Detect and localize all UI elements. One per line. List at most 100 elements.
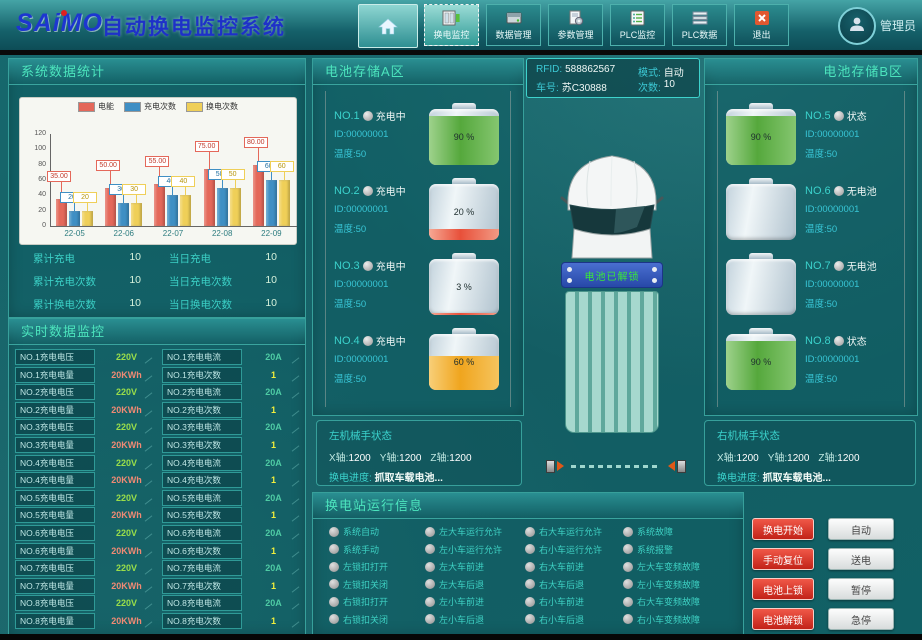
control-button-red[interactable]: 手动复位 [752,548,814,570]
indicator-label: 右大车运行允许 [539,525,602,538]
indicator-label: 左锁扣关闭 [343,578,388,591]
station-indicator: 左大车前进 [425,560,525,573]
battery-header: NO.3充电中 [334,258,420,273]
legend-label: 充电次数 [144,102,176,111]
realtime-value: 20KWh [99,405,154,415]
station-indicator: 右大车运行允许 [525,525,623,538]
realtime-row: NO.7充电次数1 [162,578,301,594]
realtime-value: 20KWh [99,510,154,520]
realtime-label: NO.3充电电量 [15,437,95,453]
brand-logo: SAiMO [16,9,103,38]
nav-tab-5[interactable]: PLC数据 [672,4,727,46]
station-indicator: 右大车变频故障 [623,595,737,608]
bar-value-label: 35.00 [47,171,71,182]
chart-canvas: 02040608010012022-0535.00202022-0650.003… [20,114,296,244]
realtime-label: NO.3充电电流 [162,419,242,435]
plc-data-icon [691,10,709,26]
realtime-value: 20KWh [99,440,154,450]
bar-label-whisker [235,179,236,188]
bar-label-whisker [284,171,285,180]
indicator-dot-icon [425,614,435,624]
monitor-icon [442,10,461,26]
control-button-white[interactable]: 送电 [828,548,894,570]
battery-graphic: 3 % [429,253,499,315]
arm-axis-name: Y轴: [768,453,787,464]
control-button-red[interactable]: 电池解锁 [752,608,814,630]
battery-info: NO.1充电中ID:00000001温度:50 [334,108,420,160]
indicator-label: 左大车运行允许 [439,525,502,538]
battery-graphic: 20 % [429,178,499,240]
battery-temp-label: 温度:50 [805,296,891,310]
bar-label-whisker [172,186,173,195]
indicator-dot-icon [425,544,435,554]
nav-tab-4[interactable]: PLC监控 [610,4,665,46]
realtime-row: NO.1充电次数1 [162,367,301,383]
indicator-label: 右锁扣打开 [343,595,388,608]
control-button-red[interactable]: 电池上锁 [752,578,814,600]
home-icon [377,17,399,36]
realtime-value: 220V [99,563,154,573]
station-indicator: 系统故障 [623,525,737,538]
nav-tab-label: 数据管理 [495,28,531,41]
indicator-label: 右小车变频故障 [637,613,700,626]
arm-axis: Y轴:1200 [768,453,810,464]
battery-area-b-title: 电池存储B区 [705,59,917,85]
indicator-dot-icon [525,544,535,554]
summary-stat: 累计换电次数10 [33,297,155,312]
summary-stat: 累计充电次数10 [33,274,155,289]
realtime-label: NO.4充电电量 [15,472,95,488]
station-indicator: 右小车运行允许 [525,543,623,556]
summary-stat-value: 10 [129,297,141,312]
user-avatar[interactable] [838,7,876,45]
battery-percent-label: 90 % [429,109,499,165]
nav-tab-1[interactable]: 换电监控 [424,4,479,46]
realtime-value: 20KWh [99,581,154,591]
status-dot-icon [363,261,373,271]
realtime-panel: 实时数据监控 NO.1充电电压220VNO.1充电电量20KWhNO.2充电电压… [8,318,306,636]
indicator-dot-icon [623,527,633,537]
right-arm-axes: X轴:1200Y轴:1200Z轴:1200 [717,449,903,464]
battery-status-label: 状态 [847,108,867,123]
battery-id-label: ID:00000001 [805,129,891,140]
battery-id-label: ID:00000001 [805,279,891,290]
legend-swatch [186,102,203,112]
arm-axis: Z轴:1200 [430,453,471,464]
indicator-label: 右大车后退 [539,578,584,591]
plc-monitor-icon [629,10,647,26]
arm-axis: Y轴:1200 [380,453,422,464]
indicator-dot-icon [425,597,435,607]
nav-tab-6[interactable]: 退出 [734,4,789,46]
control-button-red[interactable]: 换电开始 [752,518,814,540]
control-button-white[interactable]: 暂停 [828,578,894,600]
summary-stat-label: 累计充电次数 [33,274,96,289]
station-indicator: 系统自动 [329,525,425,538]
nav-tab-2[interactable]: 数据管理 [486,4,541,46]
battery-slot: 90 %NO.8状态ID:00000001温度:50 [726,326,896,392]
status-dot-icon [363,336,373,346]
indicator-label: 系统手动 [343,543,379,556]
left-arm-axes: X轴:1200Y轴:1200Z轴:1200 [329,449,509,464]
indicator-dot-icon [623,562,633,572]
realtime-label: NO.8充电电流 [162,595,242,611]
nav-tab-3[interactable]: 参数管理 [548,4,603,46]
indicator-label: 右小车运行允许 [539,543,602,556]
realtime-label: NO.1充电电量 [15,367,95,383]
red-control-buttons: 换电开始手动复位电池上锁电池解锁 [752,518,814,630]
left-arm-progress: 换电进度: 抓取车载电池... [329,469,509,484]
battery-id-label: ID:00000001 [334,279,420,290]
battery-temp-label: 温度:50 [805,371,891,385]
bar-value-label: 55.00 [145,156,169,167]
control-button-white[interactable]: 自动 [828,518,894,540]
vehicle-info-label: 车号: [536,79,559,94]
battery-body: 90 % [429,109,499,165]
home-button[interactable] [358,4,418,48]
legend-swatch [78,102,95,112]
realtime-label: NO.4充电电流 [162,455,242,471]
battery-header: NO.7无电池 [805,258,891,273]
station-indicator: 左锁扣打开 [329,560,425,573]
control-button-white[interactable]: 急停 [828,608,894,630]
realtime-row: NO.1充电电量20KWh [15,367,154,383]
realtime-value: 220V [99,528,154,538]
indicator-label: 左小车变频故障 [637,578,700,591]
realtime-row: NO.4充电次数1 [162,472,301,488]
